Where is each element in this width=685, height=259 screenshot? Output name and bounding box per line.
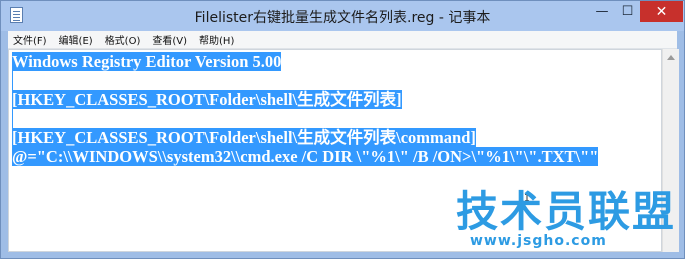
menu-edit[interactable]: 编辑(E) [54, 32, 100, 47]
text-line-version: Windows Registry Editor Version 5.00 [12, 52, 282, 71]
text-line-blank-1 [12, 71, 13, 90]
menu-help[interactable]: 帮助(H) [194, 32, 241, 47]
minimize-button[interactable]: — [589, 1, 615, 22]
menu-file[interactable]: 文件(F) [8, 32, 54, 47]
scroll-up-arrow-icon[interactable] [667, 55, 675, 60]
watermark-url: www.jsgho.com [470, 233, 607, 249]
title-bar[interactable]: Filelister右键批量生成文件名列表.reg - 记事本 — ☐ ✕ [1, 1, 684, 31]
notepad-window: Filelister右键批量生成文件名列表.reg - 记事本 — ☐ ✕ 文件… [0, 0, 685, 259]
text-line-command-key: [HKEY_CLASSES_ROOT\Folder\shell\生成文件列表\c… [12, 128, 476, 147]
text-line-shell-key: [HKEY_CLASSES_ROOT\Folder\shell\生成文件列表] [12, 90, 402, 109]
menu-view[interactable]: 查看(V) [147, 32, 194, 47]
window-title: Filelister右键批量生成文件名列表.reg - 记事本 [194, 10, 491, 26]
watermark-logo: 技术员联盟 www.jsgho.com [456, 190, 676, 252]
maximize-button[interactable]: ☐ [615, 1, 640, 22]
watermark-title: 技术员联盟 [456, 187, 677, 236]
menu-format[interactable]: 格式(O) [100, 32, 148, 47]
close-button[interactable]: ✕ [640, 1, 683, 22]
text-line-command-value: @="C:\\WINDOWS\\system32\\cmd.exe /C DIR… [12, 147, 599, 166]
text-line-blank-2 [12, 109, 13, 128]
menu-bar: 文件(F) 编辑(E) 格式(O) 查看(V) 帮助(H) [8, 31, 677, 49]
